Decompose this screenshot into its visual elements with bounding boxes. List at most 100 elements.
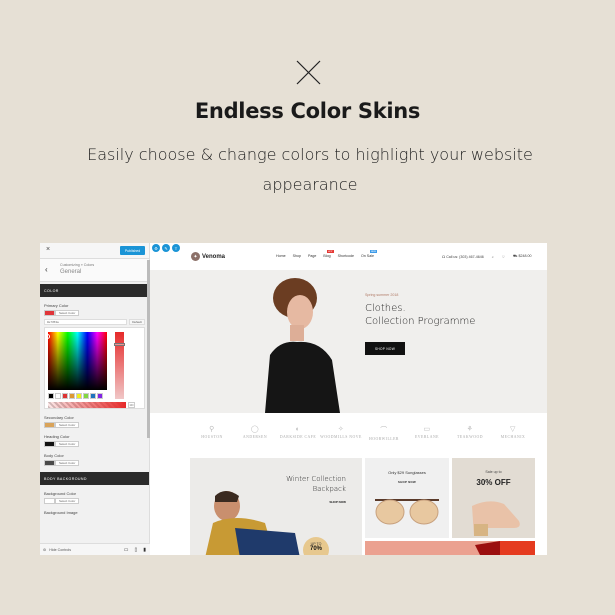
main-nav: Home Shop Page Blog HOT Shortcode On Sale NEW: [276, 250, 377, 258]
secondary-color-control[interactable]: Select Color: [44, 422, 149, 428]
brand-logo[interactable]: ⚘ TEAKWOOD: [448, 425, 492, 439]
select-color-button[interactable]: Select Color: [55, 310, 80, 316]
nav-label: Page: [308, 254, 317, 258]
promo-banner-red[interactable]: [365, 541, 535, 555]
nav-label: Home: [276, 254, 286, 258]
primary-color-control[interactable]: Select Color: [44, 310, 149, 316]
brand-name: HOORWILLER: [369, 437, 399, 441]
mobile-icon[interactable]: ▮: [143, 547, 146, 553]
site-header: ✦ Venoma Home Shop Page Blog HOT Shortcode On …: [150, 243, 547, 270]
palette-swatch[interactable]: [62, 393, 68, 399]
desktop-icon[interactable]: ▭: [124, 547, 129, 553]
brand-name: TEAKWOOD: [457, 435, 483, 439]
background-color-swatch[interactable]: [44, 498, 55, 504]
settings-shortcut-icon[interactable]: ⚙: [152, 244, 160, 252]
opacity-value[interactable]: 100: [128, 402, 135, 408]
brand-logo[interactable]: ✧ WOODMILLS NOVE: [319, 425, 363, 439]
palette-swatch[interactable]: [83, 393, 89, 399]
nav-item-shop[interactable]: Shop: [293, 254, 301, 258]
nav-item-on-sale[interactable]: On Sale NEW: [361, 250, 377, 258]
heading-color-label: Heading Color: [44, 434, 70, 439]
body-color-swatch[interactable]: [44, 460, 55, 466]
cart-total: $248.00: [518, 254, 532, 258]
brand-mark-icon: ⚲: [209, 425, 215, 433]
secondary-color-label: Secondary Color: [44, 415, 74, 420]
promo-shoes-discount: 30% OFF: [476, 478, 511, 487]
promo-shoes-subtitle: Sale up to: [485, 470, 502, 474]
promo-backpack-link[interactable]: SHOP NOW: [329, 500, 346, 504]
brand-mark-icon: ◐: [295, 425, 301, 433]
background-color-control[interactable]: Select Color: [44, 498, 149, 504]
brand-mark-icon: ⌒: [380, 426, 388, 434]
brand-logo[interactable]: ▭ EVERLANE: [405, 425, 449, 439]
edit-shortcut-icon[interactable]: ✎: [162, 244, 170, 252]
tablet-icon[interactable]: ▯: [134, 547, 137, 553]
color-picker[interactable]: 100: [44, 327, 145, 409]
nav-label: Blog: [323, 254, 331, 258]
hide-controls-icon[interactable]: ⚙: [43, 548, 46, 552]
shop-now-button[interactable]: SHOP NOW: [365, 342, 405, 355]
palette-swatch[interactable]: [97, 393, 103, 399]
default-button[interactable]: Default: [129, 319, 145, 325]
wishlist-icon[interactable]: ♡: [502, 255, 505, 259]
brand-logo[interactable]: ⚲ HOUSTON: [190, 425, 234, 439]
cart-button[interactable]: ⛟ $248.00: [513, 254, 532, 259]
promo-shoes[interactable]: Sale up to 30% OFF: [452, 458, 535, 538]
hero-heading: Clothes. Collection Programme: [365, 302, 475, 328]
hide-controls-button[interactable]: Hide Controls: [49, 548, 71, 552]
promo-sunglasses-title: Only $29 Sunglasses: [388, 470, 426, 475]
palette-swatch[interactable]: [90, 393, 96, 399]
body-color-control[interactable]: Select Color: [44, 460, 149, 466]
select-color-button[interactable]: Select Color: [55, 441, 80, 447]
nav-item-page[interactable]: Page: [308, 254, 316, 258]
discount-badge: UP TO 70%: [303, 537, 329, 555]
phone-info: ☊ Call us: (303) 467-4646: [442, 255, 484, 259]
nav-item-shortcode[interactable]: Shortcode: [338, 254, 354, 258]
color-field[interactable]: [48, 332, 107, 390]
palette-swatch[interactable]: [48, 393, 54, 399]
brand-mark-icon: ◯: [250, 425, 260, 433]
nav-label: Shop: [292, 254, 301, 258]
header-actions: ☊ Call us: (303) 467-4646 ⌕ ♡ ⛟ $248.00: [442, 254, 532, 259]
shade-slider-handle[interactable]: [114, 343, 125, 346]
hex-color-input[interactable]: #e7353a: [44, 319, 127, 325]
badge-value: 70%: [309, 546, 322, 552]
publish-button[interactable]: Published: [120, 246, 145, 255]
logo-icon: ✦: [191, 252, 200, 261]
select-color-button[interactable]: Select Color: [55, 422, 80, 428]
palette-swatch[interactable]: [55, 393, 61, 399]
select-color-button[interactable]: Select Color: [55, 498, 80, 504]
heading-color-control[interactable]: Select Color: [44, 441, 149, 447]
promo-sunglasses-link[interactable]: SHOP NOW: [365, 480, 449, 484]
brand-logo[interactable]: ▽ MECHANIX: [491, 425, 535, 439]
hero-heading-line1: Clothes.: [365, 303, 406, 314]
brand-name: HOUSTON: [201, 435, 223, 439]
brand-logo[interactable]: ⌒ HOORWILLER: [362, 425, 406, 441]
color-field-knob[interactable]: [45, 334, 50, 339]
search-icon[interactable]: ⌕: [492, 255, 494, 259]
hero-heading-line2: Collection Programme: [365, 316, 476, 327]
headset-icon: ☊: [442, 254, 446, 259]
brand-mark-icon: ▭: [423, 425, 431, 433]
promo-backpack[interactable]: Winter Collection Backpack SHOP NOW UP T…: [190, 458, 362, 555]
opacity-slider[interactable]: [48, 402, 126, 408]
nav-item-home[interactable]: Home: [276, 254, 286, 258]
promo-sunglasses[interactable]: Only $29 Sunglasses SHOP NOW: [365, 458, 449, 538]
text-shortcut-icon[interactable]: T: [172, 244, 180, 252]
brand-logo[interactable]: ◯ ANDERSEN: [233, 425, 277, 439]
select-color-button[interactable]: Select Color: [55, 460, 80, 466]
cart-icon: ⛟: [513, 254, 518, 258]
close-icon[interactable]: ×: [46, 246, 50, 253]
palette-swatch[interactable]: [69, 393, 75, 399]
brand-logo[interactable]: ◐ DARKSIDE CAFE: [276, 425, 320, 439]
brand-name: ANDERSEN: [242, 435, 268, 439]
secondary-color-swatch[interactable]: [44, 422, 55, 428]
heading-color-swatch[interactable]: [44, 441, 55, 447]
hero-banner: Spring summer 2018 Clothes. Collection P…: [150, 270, 547, 413]
palette-swatch[interactable]: [76, 393, 82, 399]
panel-scrollbar[interactable]: [147, 260, 150, 438]
back-icon[interactable]: ‹: [45, 265, 48, 274]
nav-item-blog[interactable]: Blog HOT: [323, 250, 334, 258]
site-logo[interactable]: ✦ Venoma: [191, 252, 225, 261]
primary-color-swatch[interactable]: [44, 310, 55, 316]
